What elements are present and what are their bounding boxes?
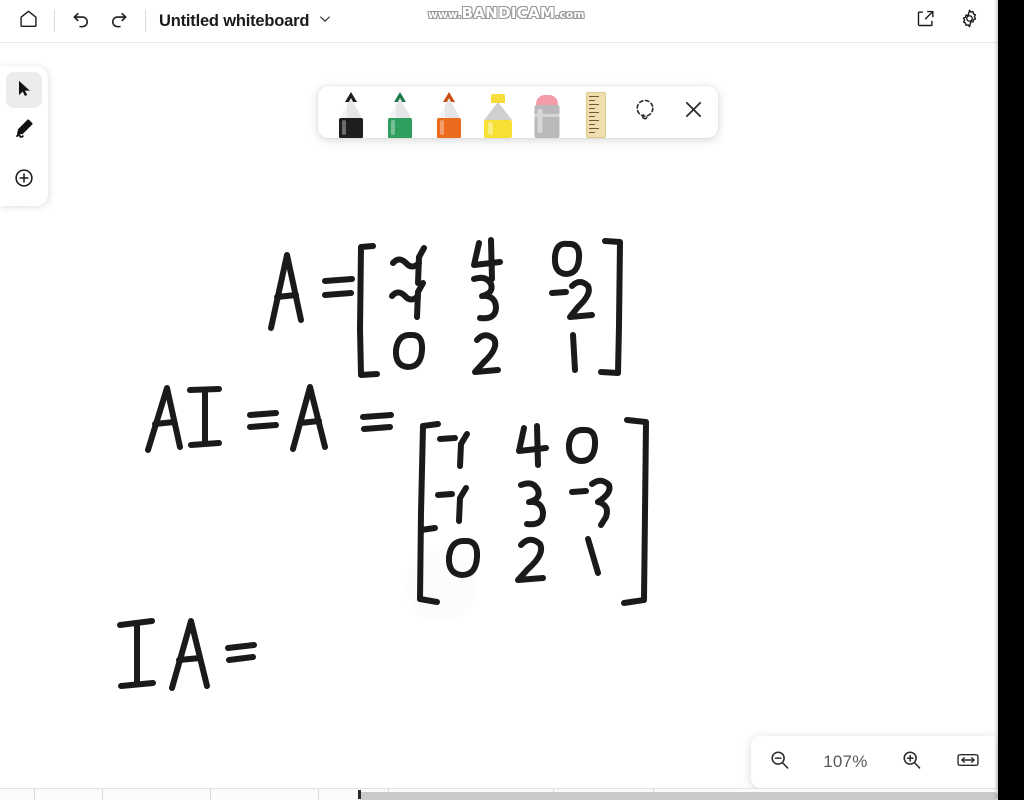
fit-to-width-button[interactable] [949,743,987,781]
lasso-select-icon [632,97,658,128]
close-icon [681,97,706,127]
zoom-in-button[interactable] [893,743,931,781]
horizontal-scroll-thumb[interactable] [358,792,998,800]
watermark-main: BANDICAM [461,4,556,22]
strip-segment [211,789,319,800]
watermark-suffix: .com [555,9,585,21]
close-toolbar-button[interactable] [669,86,718,138]
lasso-select-button[interactable] [620,86,669,138]
header-divider-2 [145,10,146,32]
sidebar-item-pen[interactable] [6,112,42,148]
strip-segment [0,789,35,800]
plus-circle-icon [13,167,35,194]
pen-green-button[interactable] [375,86,424,138]
gear-icon [959,8,980,34]
bottom-scrollbar-strip[interactable] [0,788,998,800]
strip-segment [103,789,211,800]
yellow-highlighter-icon [483,92,513,138]
whiteboard-app: Untitled whiteboard www.BANDICAM.com 107… [0,0,1024,800]
sidebar-item-add[interactable] [6,162,42,198]
highlighter-yellow-button[interactable] [473,86,522,138]
header-left-group: Untitled whiteboard [0,2,339,40]
undo-icon [70,8,92,35]
header-right-group [906,2,988,40]
black-pen-icon [338,92,364,138]
pen-orange-button[interactable] [424,86,473,138]
scroll-marker [358,790,361,799]
watermark-prefix: www. [428,9,462,21]
ruler-icon [585,92,606,138]
zoom-control-bar: 107% [751,736,996,788]
pen-black-button[interactable] [326,86,375,138]
pen-icon [13,117,35,144]
page-title[interactable]: Untitled whiteboard [159,12,309,31]
eraser-button[interactable] [522,86,571,138]
fit-width-icon [956,750,980,775]
bandicam-watermark: www.BANDICAM.com [428,4,585,22]
green-pen-icon [387,92,413,138]
pen-toolbar [318,86,718,138]
settings-button[interactable] [950,2,988,40]
undo-button[interactable] [62,2,100,40]
redo-icon [108,8,130,35]
right-black-bar [998,0,1024,800]
share-icon [915,8,936,34]
redo-button[interactable] [100,2,138,40]
header-divider-1 [54,10,55,32]
chevron-down-icon[interactable] [317,11,333,32]
header-bottom-border [0,42,998,43]
whiteboard-canvas[interactable] [0,43,998,788]
home-button[interactable] [9,2,47,40]
ruler-button[interactable] [571,86,620,138]
share-button[interactable] [906,2,944,40]
zoom-level-value[interactable]: 107% [816,752,874,772]
cursor-arrow-icon [14,78,34,103]
strip-segment [35,789,103,800]
sidebar-item-select[interactable] [6,72,42,108]
left-tool-rail [0,66,48,206]
document-title-group[interactable]: Untitled whiteboard [153,7,339,36]
eraser-icon [533,92,561,138]
zoom-out-button[interactable] [760,743,798,781]
zoom-out-icon [768,748,791,776]
orange-pen-icon [436,92,462,138]
handwriting-line-3 [117,618,257,691]
home-icon [18,8,39,34]
zoom-in-icon [900,748,923,776]
